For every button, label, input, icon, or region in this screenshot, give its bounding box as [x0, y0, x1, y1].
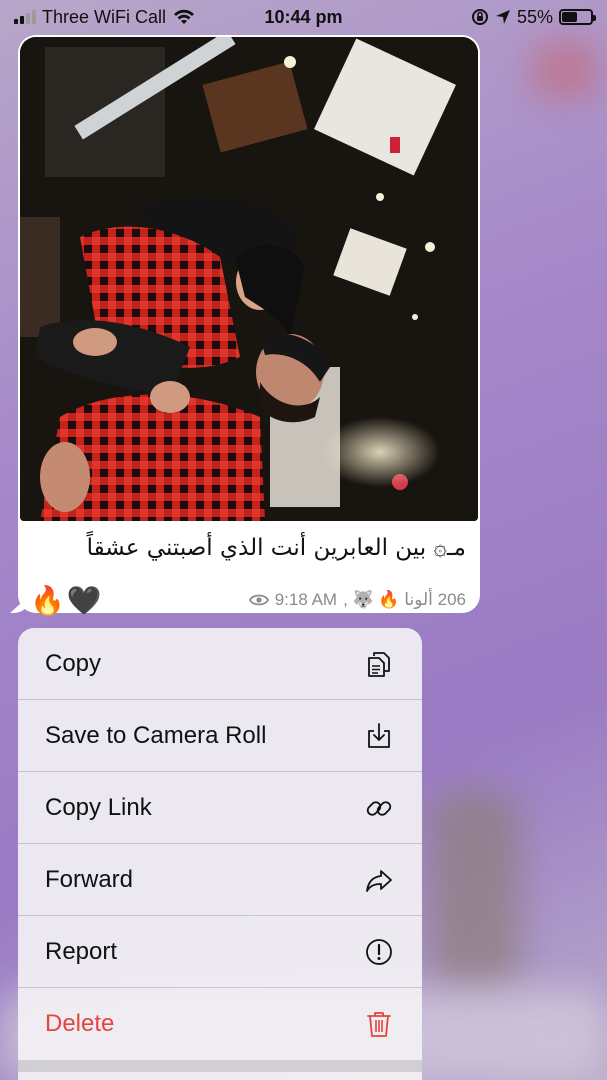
- report-icon: [366, 938, 392, 965]
- context-menu: Copy Save to Camera Roll Copy Link Forwa…: [18, 628, 422, 1080]
- menu-item-label: Copy Link: [45, 793, 152, 821]
- copy-icon: [368, 651, 390, 677]
- battery-percentage: 55%: [516, 6, 553, 27]
- eye-icon: [248, 594, 269, 606]
- menu-item-forward[interactable]: Forward: [18, 844, 422, 916]
- menu-item-copy[interactable]: Copy: [18, 628, 422, 700]
- trash-icon: [367, 1012, 391, 1037]
- bubble-tail: [10, 595, 30, 613]
- background-blur: [430, 790, 520, 990]
- menu-item-save-to-camera-roll[interactable]: Save to Camera Roll: [18, 700, 422, 772]
- reactions[interactable]: 🔥 🖤: [30, 584, 102, 617]
- message-photo[interactable]: [20, 37, 478, 521]
- menu-item-report[interactable]: Report: [18, 916, 422, 988]
- menu-item-label: Report: [45, 937, 118, 965]
- battery-icon: [559, 9, 596, 25]
- message-meta: 9:18 AM 206 ألونا 🔥 🐺 ,: [248, 590, 466, 610]
- carrier-name: Three WiFi Call: [42, 6, 167, 27]
- menu-item-delete[interactable]: Delete: [18, 988, 422, 1060]
- cellular-signal-icon: [14, 10, 36, 24]
- forward-icon: [366, 869, 392, 892]
- wifi-icon: [174, 9, 195, 24]
- location-icon: [495, 10, 510, 24]
- reaction-fire[interactable]: 🔥: [30, 584, 65, 617]
- rotation-lock-icon: [471, 9, 488, 25]
- background-blur: [530, 40, 600, 100]
- save-icon: [368, 722, 390, 748]
- menu-item-label: Save to Camera Roll: [45, 721, 267, 749]
- link-icon: [366, 800, 392, 816]
- menu-separator: [18, 1060, 422, 1072]
- message-bubble[interactable]: مـ۞ بين العابرين أنت الذي أصبتني عشقاً 🔥…: [10, 35, 480, 616]
- status-bar: Three WiFi Call 10:44 pm 55%: [0, 0, 607, 34]
- message-meta-row: 🔥 🖤 9:18 AM 206 ألونا 🔥 🐺 ,: [30, 580, 466, 620]
- message-signature: 206 ألونا 🔥 🐺 ,: [343, 590, 466, 609]
- message-caption: مـ۞ بين العابرين أنت الذي أصبتني عشقاً: [86, 535, 466, 561]
- menu-item-label: Delete: [45, 1010, 115, 1037]
- menu-item-copy-link[interactable]: Copy Link: [18, 772, 422, 844]
- message-time: 9:18 AM: [274, 590, 338, 609]
- menu-item-label: Copy: [45, 649, 102, 677]
- menu-item-label: Forward: [45, 865, 134, 893]
- status-time: 10:44 pm: [264, 6, 343, 27]
- reaction-black-heart[interactable]: 🖤: [67, 584, 102, 617]
- photo-content: [20, 37, 478, 521]
